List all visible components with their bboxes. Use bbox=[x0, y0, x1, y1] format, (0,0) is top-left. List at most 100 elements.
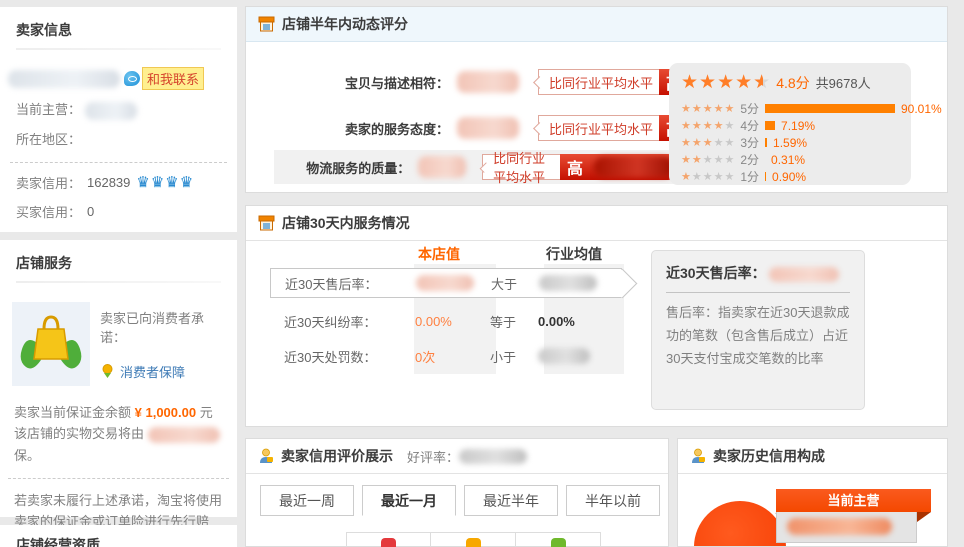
promise-text: 卖家已向消费者承诺： bbox=[100, 308, 227, 346]
star-icons: ★★★★ bbox=[681, 71, 753, 94]
service-30day-panel: 店铺30天内服务情况 本店值 行业均值 近30天售后率： 大于 近30天纠纷率：… bbox=[245, 205, 948, 427]
main-business-label: 当前主营： bbox=[16, 102, 81, 117]
buyer-credit-value: 0 bbox=[87, 204, 94, 219]
dist-bar bbox=[765, 172, 766, 181]
overall-rating: ★★★★ ★★ 4.8分 共9678人 bbox=[681, 71, 899, 94]
redacted-praise-rate bbox=[459, 449, 527, 464]
deposit-prefix: 卖家当前保证金余额 bbox=[14, 405, 131, 420]
redacted-shop-value bbox=[416, 275, 474, 291]
table-cell-negative bbox=[516, 532, 601, 547]
score-label: 卖家的服务态度： bbox=[274, 119, 449, 138]
history-credit-panel: 卖家历史信用构成 当前主营 bbox=[677, 438, 948, 547]
star-icons: ★★ bbox=[681, 153, 703, 166]
redacted-score bbox=[457, 117, 519, 139]
sidebar: 卖家信息 和我联系 当前主营： 所在地区： 卖家信用： 162839 ♛♛♛♛ … bbox=[0, 7, 237, 547]
badge-value bbox=[590, 154, 674, 180]
star-icons: ★★★★ bbox=[681, 119, 724, 132]
star-icons-empty: ★★★★ bbox=[692, 170, 735, 183]
service-30day-title: 店铺30天内服务情况 bbox=[282, 213, 410, 233]
service-row-label: 近30天处罚数： bbox=[270, 347, 405, 366]
col-header-industry: 行业均值 bbox=[546, 244, 602, 264]
aftersale-rate-row[interactable]: 近30天售后率： 大于 bbox=[270, 268, 622, 298]
table-cell-praise bbox=[346, 532, 431, 547]
shop-icon bbox=[258, 16, 275, 32]
rating-dist-row: ★★★★★ 2分 0.31% bbox=[681, 151, 899, 168]
rating-summary-box: ★★★★ ★★ 4.8分 共9678人 ★★★★★ 5分 90.01% ★★★★… bbox=[669, 63, 911, 185]
neutral-icon bbox=[466, 538, 481, 547]
service-row-label: 近30天纠纷率： bbox=[270, 312, 405, 331]
negative-icon bbox=[551, 538, 566, 547]
crown-icons: ♛♛♛♛ bbox=[136, 173, 194, 191]
redacted-industry-value bbox=[538, 348, 590, 364]
table-cell-neutral bbox=[431, 532, 516, 547]
redacted-main-business bbox=[85, 102, 137, 120]
main-business-row: 当前主营： bbox=[0, 90, 237, 120]
dist-label: 4分 bbox=[740, 117, 759, 134]
dist-percent: 90.01% bbox=[901, 102, 942, 116]
badge-text: 比同行业平均水平 bbox=[482, 154, 560, 180]
shop-service-section: 店铺服务 卖家已向消费者承诺： 消费者保障 bbox=[0, 240, 237, 517]
star-icons: ★★★ bbox=[681, 136, 714, 149]
callout-body bbox=[776, 512, 917, 543]
star-icons: ★★★★★ bbox=[681, 102, 735, 115]
wangwang-icon[interactable] bbox=[124, 71, 140, 86]
dispute-rate-row: 近30天纠纷率： 0.00% 等于 0.00% bbox=[270, 306, 622, 336]
dynamic-score-panel: 店铺半年内动态评分 宝贝与描述相符： 比同行业平均水平 高 卖家的服务态度： 比… bbox=[245, 6, 948, 193]
dist-label: 3分 bbox=[740, 134, 759, 151]
compare-label: 小于 bbox=[490, 347, 538, 366]
dynamic-score-header: 店铺半年内动态评分 bbox=[246, 7, 947, 42]
consumer-guarantee-icon bbox=[12, 302, 90, 386]
info-box-title: 近30天售后率： bbox=[666, 263, 850, 293]
info-box-description: 售后率：指卖家在近30天退款成功的笔数（包含售后成立）占近30天支付宝成交笔数的… bbox=[666, 302, 850, 370]
credit-pie-chart bbox=[694, 501, 786, 547]
deposit-line2-suffix: 保。 bbox=[14, 448, 40, 463]
service-30day-header: 店铺30天内服务情况 bbox=[246, 206, 947, 241]
seller-info-section: 卖家信息 和我联系 当前主营： 所在地区： 卖家信用： 162839 ♛♛♛♛ … bbox=[0, 7, 237, 232]
star-icons-empty: ★★ bbox=[714, 136, 736, 149]
history-credit-title: 卖家历史信用构成 bbox=[713, 446, 825, 466]
rating-dist-row: ★★★★★ 3分 1.59% bbox=[681, 134, 899, 151]
industry-value: 0.00% bbox=[538, 314, 575, 329]
shop-value: 0次 bbox=[405, 347, 490, 366]
tab-last-half-year[interactable]: 最近半年 bbox=[464, 485, 558, 516]
half-star-icon: ★★ bbox=[753, 71, 770, 94]
consumer-guarantee-link[interactable]: 消费者保障 bbox=[120, 362, 185, 381]
period-tabs: 最近一周 最近一月 最近半年 半年以前 bbox=[260, 485, 668, 516]
dist-bar bbox=[765, 104, 895, 113]
rating-dist-row: ★★★★★ 5分 90.01% bbox=[681, 100, 899, 117]
star-icons-empty: ★★★ bbox=[703, 153, 736, 166]
dist-percent: 1.59% bbox=[773, 136, 807, 150]
row-arrow-icon bbox=[608, 268, 638, 298]
dist-bar bbox=[765, 138, 767, 147]
dist-label: 2分 bbox=[740, 151, 759, 168]
badge-high: 高 bbox=[560, 154, 590, 180]
score-label: 宝贝与描述相符： bbox=[274, 73, 449, 92]
history-credit-header: 卖家历史信用构成 bbox=[678, 439, 947, 474]
tab-last-week[interactable]: 最近一周 bbox=[260, 485, 354, 516]
dist-percent: 0.90% bbox=[772, 170, 806, 184]
dist-bar bbox=[765, 121, 775, 130]
contact-me-button[interactable]: 和我联系 bbox=[142, 67, 204, 90]
person-icon bbox=[690, 448, 706, 464]
redacted-industry-value bbox=[539, 275, 597, 291]
deposit-line2-prefix: 该店铺的实物交易将由 bbox=[14, 426, 144, 441]
redacted-percent bbox=[594, 157, 674, 177]
shop-icon bbox=[258, 215, 275, 231]
seller-credit-value: 162839 bbox=[87, 175, 130, 190]
redacted-category bbox=[787, 518, 892, 535]
deposit-amount: ¥ 1,000.00 bbox=[135, 405, 196, 420]
industry-compare-badge: 比同行业平均水平 高 bbox=[482, 154, 674, 180]
compare-label: 等于 bbox=[490, 312, 538, 331]
credit-evaluation-title: 卖家信用评价展示 bbox=[281, 446, 393, 466]
tab-last-month[interactable]: 最近一月 bbox=[362, 485, 456, 516]
buyer-credit-label: 买家信用： bbox=[16, 202, 81, 221]
seller-info-title: 卖家信息 bbox=[0, 7, 237, 59]
praise-icon bbox=[381, 538, 396, 547]
dist-percent: 0.31% bbox=[771, 153, 805, 167]
badge-text: 比同行业平均水平 bbox=[538, 69, 659, 95]
tab-before-half-year[interactable]: 半年以前 bbox=[566, 485, 660, 516]
deposit-text: 卖家当前保证金余额 ¥ 1,000.00 元 该店铺的实物交易将由 保。 bbox=[0, 386, 237, 466]
credit-evaluation-panel: 卖家信用评价展示 好评率： 最近一周 最近一月 最近半年 半年以前 bbox=[245, 438, 669, 547]
rating-count: 共9678人 bbox=[816, 73, 871, 92]
dist-label: 1分 bbox=[740, 168, 759, 185]
